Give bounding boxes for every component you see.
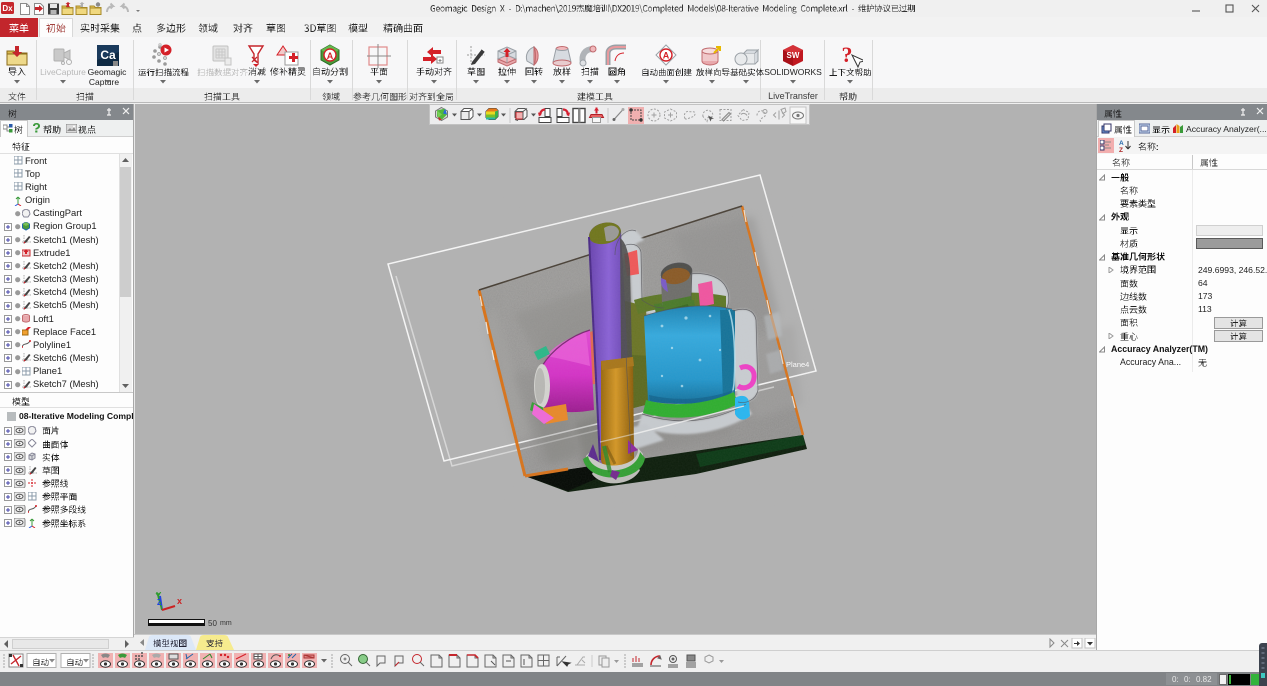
svg-text:Plane4: Plane4	[786, 360, 809, 369]
svg-text:Dx: Dx	[2, 4, 13, 13]
svg-text:A: A	[1119, 140, 1124, 147]
svg-text:Ca: Ca	[100, 48, 116, 62]
svg-text:x: x	[177, 596, 182, 606]
svg-text:Z: Z	[157, 598, 162, 607]
svg-text:A: A	[663, 51, 670, 61]
svg-text:Z: Z	[1119, 147, 1123, 152]
svg-text:A: A	[327, 51, 334, 61]
svg-text:SW: SW	[787, 51, 800, 60]
svg-text:?: ?	[842, 43, 853, 67]
